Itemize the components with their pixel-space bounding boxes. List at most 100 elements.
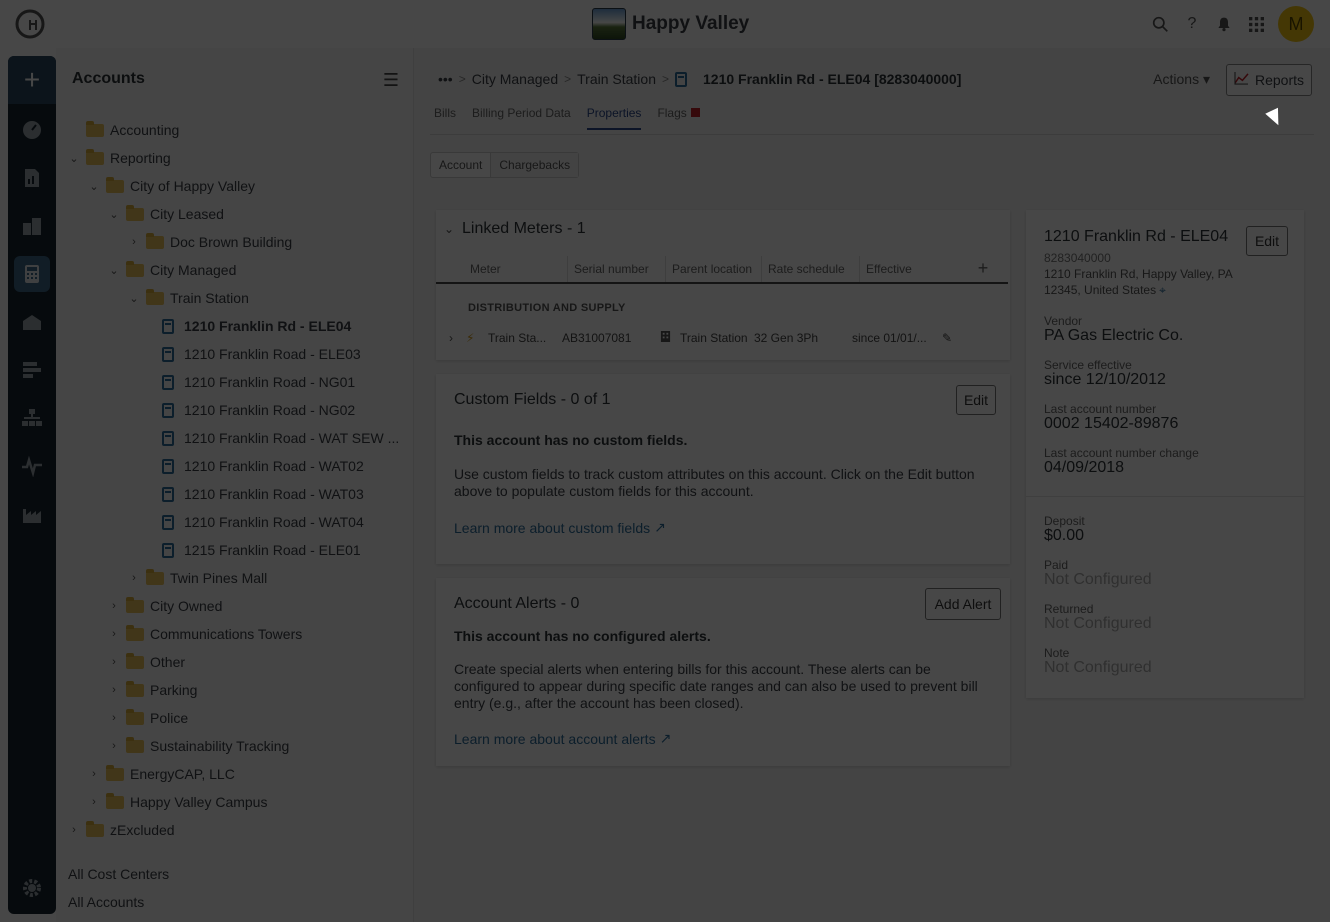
tree-item-label: Parking (150, 682, 198, 698)
chevron-right-icon[interactable]: › (126, 572, 142, 584)
bell-icon[interactable] (1214, 14, 1234, 34)
edit-pencil-icon[interactable]: ✎ (932, 331, 962, 345)
folder-icon (126, 260, 144, 277)
tree-folder-item[interactable]: › Police (106, 704, 188, 732)
tree-folder-item[interactable]: › EnergyCAP, LLC (86, 760, 235, 788)
col-parent-location[interactable]: Parent location (666, 256, 762, 282)
inbox-icon[interactable] (14, 304, 50, 340)
subtab-account[interactable]: Account (431, 153, 492, 177)
chevron-down-icon[interactable]: ⌄ (86, 180, 102, 193)
tree-item-label: 1210 Franklin Rd - ELE04 (184, 318, 352, 334)
tree-folder-item[interactable]: ⌄ City of Happy Valley (86, 172, 255, 200)
tree-account-item[interactable]: 1210 Franklin Road - WAT SEW ... (146, 424, 399, 452)
buildings-icon[interactable] (14, 208, 50, 244)
chevron-right-icon[interactable]: › (106, 740, 122, 752)
tree-folder-item[interactable]: › Parking (106, 676, 197, 704)
reports-chart-icon[interactable] (14, 160, 50, 196)
expand-row-icon[interactable]: › (436, 331, 466, 345)
custom-fields-body: Use custom fields to track custom attrib… (454, 466, 975, 499)
chevron-down-icon[interactable]: ⌄ (106, 208, 122, 221)
chevron-right-icon[interactable]: › (66, 824, 82, 836)
cell-parent[interactable]: Train Station (680, 331, 754, 345)
subtab-chargebacks[interactable]: Chargebacks (491, 153, 579, 177)
hierarchy-icon[interactable] (14, 400, 50, 436)
chevron-right-icon[interactable]: › (86, 768, 102, 780)
tree-account-item[interactable]: 1210 Franklin Road - NG02 (146, 396, 355, 424)
gantt-icon[interactable] (14, 352, 50, 388)
breadcrumb-item-train-station[interactable]: Train Station (577, 71, 656, 87)
tree-folder-item[interactable]: › Twin Pines Mall (126, 564, 267, 592)
tree-account-item[interactable]: 1210 Franklin Road - WAT02 (146, 452, 364, 480)
table-row[interactable]: › ⚡ Train Sta... AB31007081 Train Statio… (436, 324, 1008, 352)
account-icon (162, 318, 174, 334)
chevron-right-icon[interactable]: › (86, 796, 102, 808)
factory-icon[interactable] (14, 496, 50, 532)
apps-grid-icon[interactable] (1246, 14, 1266, 34)
tab-bills[interactable]: Bills (434, 106, 456, 130)
tree-folder-item[interactable]: Accounting (66, 116, 179, 144)
tree-item-label: City Managed (150, 262, 237, 278)
col-meter[interactable]: Meter (436, 256, 568, 282)
tab-properties[interactable]: Properties (586, 106, 642, 130)
breadcrumb-item-city-managed[interactable]: City Managed (472, 71, 558, 87)
user-avatar[interactable]: M (1278, 6, 1314, 42)
add-alert-button[interactable]: Add Alert (925, 588, 1001, 620)
chevron-down-icon[interactable]: ⌄ (66, 152, 82, 165)
chevron-right-icon[interactable]: › (106, 656, 122, 668)
tree-account-item[interactable]: 1210 Franklin Rd - ELE04 (146, 312, 351, 340)
tree-folder-item[interactable]: › Doc Brown Building (126, 228, 292, 256)
tree-account-item[interactable]: 1210 Franklin Road - ELE03 (146, 340, 361, 368)
tree-folder-item[interactable]: ⌄ City Leased (106, 200, 224, 228)
alerts-learn-more[interactable]: Learn more about account alerts ↗ (454, 730, 671, 747)
chevron-right-icon[interactable]: › (106, 684, 122, 696)
tree-account-item[interactable]: 1210 Franklin Road - WAT04 (146, 508, 364, 536)
tree-account-item[interactable]: 1210 Franklin Road - WAT03 (146, 480, 364, 508)
custom-fields-learn-more[interactable]: Learn more about custom fields ↗ (454, 519, 666, 536)
tree-account-item[interactable]: 1215 Franklin Road - ELE01 (146, 536, 361, 564)
tree-folder-item[interactable]: ⌄ Train Station (126, 284, 249, 312)
breadcrumb-ellipsis[interactable]: ••• (438, 71, 453, 87)
add-meter-icon[interactable]: + (960, 256, 1006, 282)
hamburger-menu-icon[interactable]: ☰ (383, 70, 399, 91)
details-edit-button[interactable]: Edit (1246, 226, 1288, 256)
search-icon[interactable] (1150, 14, 1170, 34)
map-pin-icon[interactable]: ⌖ (1159, 283, 1166, 298)
cell-meter[interactable]: Train Sta... (488, 331, 562, 345)
tree-folder-item[interactable]: › Happy Valley Campus (86, 788, 267, 816)
all-accounts-link[interactable]: All Accounts (68, 894, 144, 910)
settings-icon[interactable] (14, 870, 50, 906)
alerts-link-text: Learn more about account alerts (454, 730, 656, 747)
dashboard-icon[interactable] (14, 112, 50, 148)
tree-folder-item[interactable]: › Communications Towers (106, 620, 302, 648)
tree-folder-item[interactable]: › Sustainability Tracking (106, 732, 289, 760)
chevron-right-icon[interactable]: › (126, 236, 142, 248)
tab-flags[interactable]: Flags (657, 106, 700, 130)
col-rate-schedule[interactable]: Rate schedule (762, 256, 860, 282)
actions-label: Actions (1153, 71, 1200, 87)
chevron-down-icon[interactable]: ⌄ (126, 292, 142, 305)
energycap-logo-icon[interactable] (14, 8, 46, 40)
tab-billing-period-data[interactable]: Billing Period Data (472, 106, 571, 130)
tree-folder-item[interactable]: ⌄ Reporting (66, 144, 171, 172)
chevron-right-icon[interactable]: › (106, 600, 122, 612)
col-effective[interactable]: Effective (860, 256, 960, 282)
custom-fields-edit-button[interactable]: Edit (956, 385, 996, 415)
pulse-icon[interactable] (14, 448, 50, 484)
chevron-down-icon[interactable]: ⌄ (444, 222, 454, 236)
add-icon[interactable]: + (8, 56, 56, 104)
chevron-right-icon[interactable]: › (106, 628, 122, 640)
chevron-down-icon[interactable]: ⌄ (106, 264, 122, 277)
chevron-right-icon[interactable]: › (106, 712, 122, 724)
help-icon[interactable]: ? (1182, 14, 1202, 34)
actions-dropdown[interactable]: Actions ▾ (1153, 71, 1210, 88)
tree-folder-item[interactable]: › zExcluded (66, 816, 175, 844)
all-cost-centers-link[interactable]: All Cost Centers (68, 866, 169, 882)
tree-folder-item[interactable]: ⌄ City Managed (106, 256, 236, 284)
reports-button[interactable]: Reports (1226, 64, 1312, 96)
col-serial-number[interactable]: Serial number (568, 256, 666, 282)
tree-folder-item[interactable]: › Other (106, 648, 185, 676)
tree-item-label: 1210 Franklin Road - WAT04 (184, 514, 364, 530)
calculator-icon[interactable] (14, 256, 50, 292)
tree-folder-item[interactable]: › City Owned (106, 592, 222, 620)
tree-account-item[interactable]: 1210 Franklin Road - NG01 (146, 368, 355, 396)
